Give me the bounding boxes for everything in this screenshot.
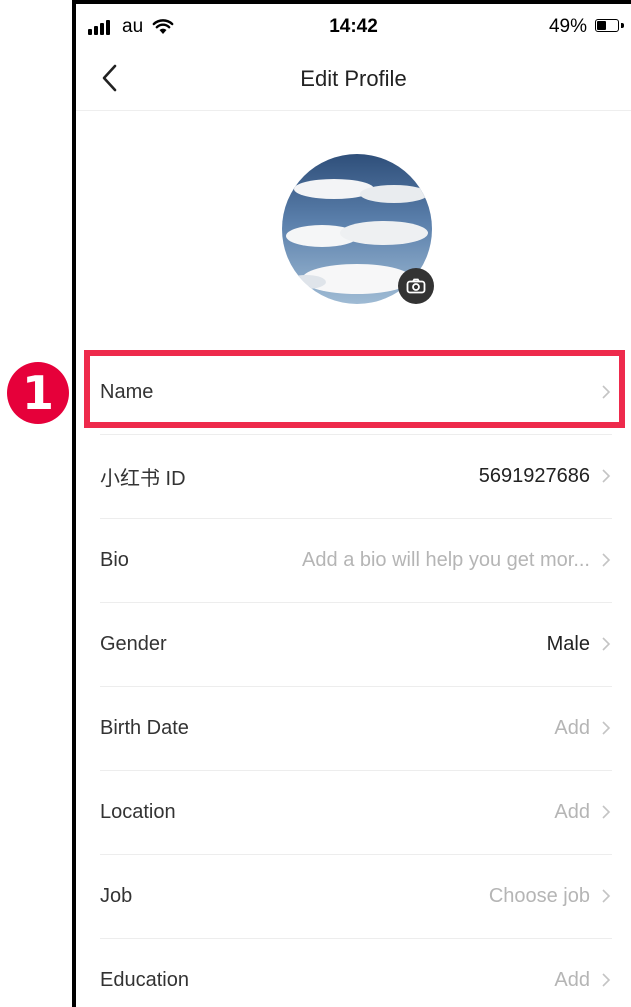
nav-bar: Edit Profile — [76, 48, 631, 111]
field-name-row[interactable]: Name — [100, 350, 612, 435]
field-location-row[interactable]: Location Add — [100, 770, 612, 855]
phone-screen: au 14:42 49% Edit Profile Name 小红书 ID 56… — [72, 0, 631, 1007]
avatar[interactable] — [282, 154, 434, 304]
battery-icon — [595, 19, 619, 32]
field-value: Add — [554, 716, 590, 739]
chevron-right-icon — [602, 889, 611, 903]
chevron-right-icon — [602, 385, 611, 399]
field-job-row[interactable]: Job Choose job — [100, 854, 612, 939]
status-time: 14:42 — [329, 16, 378, 37]
chevron-right-icon — [602, 637, 611, 651]
page-title: Edit Profile — [300, 66, 407, 91]
field-id-row[interactable]: 小红书 ID 5691927686 — [100, 434, 612, 519]
field-value: Add — [554, 968, 590, 991]
field-label: Bio — [100, 548, 129, 571]
chevron-right-icon — [602, 973, 611, 987]
field-label: Name — [100, 380, 154, 403]
annotation-step-badge: 1 — [7, 362, 69, 424]
field-label: Education — [100, 968, 189, 991]
field-label: Location — [100, 800, 176, 823]
camera-icon[interactable] — [398, 268, 434, 304]
chevron-right-icon — [602, 721, 611, 735]
field-value: Male — [546, 632, 590, 655]
chevron-right-icon — [602, 805, 611, 819]
field-value: Add — [554, 800, 590, 823]
field-gender-row[interactable]: Gender Male — [100, 602, 612, 687]
field-label: Job — [100, 884, 133, 907]
field-value: Add a bio will help you get mor... — [302, 548, 590, 571]
status-bar: au 14:42 49% — [76, 4, 631, 48]
field-education-row[interactable]: Education Add — [100, 938, 612, 1007]
field-birth-date-row[interactable]: Birth Date Add — [100, 686, 612, 771]
chevron-right-icon — [602, 469, 611, 483]
field-label: Birth Date — [100, 716, 189, 739]
field-value: Choose job — [488, 884, 590, 907]
field-bio-row[interactable]: Bio Add a bio will help you get mor... — [100, 518, 612, 603]
battery-percentage: 49% — [548, 16, 587, 37]
field-label: 小红书 ID — [100, 467, 186, 490]
field-label: Gender — [100, 632, 167, 655]
field-value: 5691927686 — [478, 464, 590, 487]
chevron-right-icon — [602, 553, 611, 567]
